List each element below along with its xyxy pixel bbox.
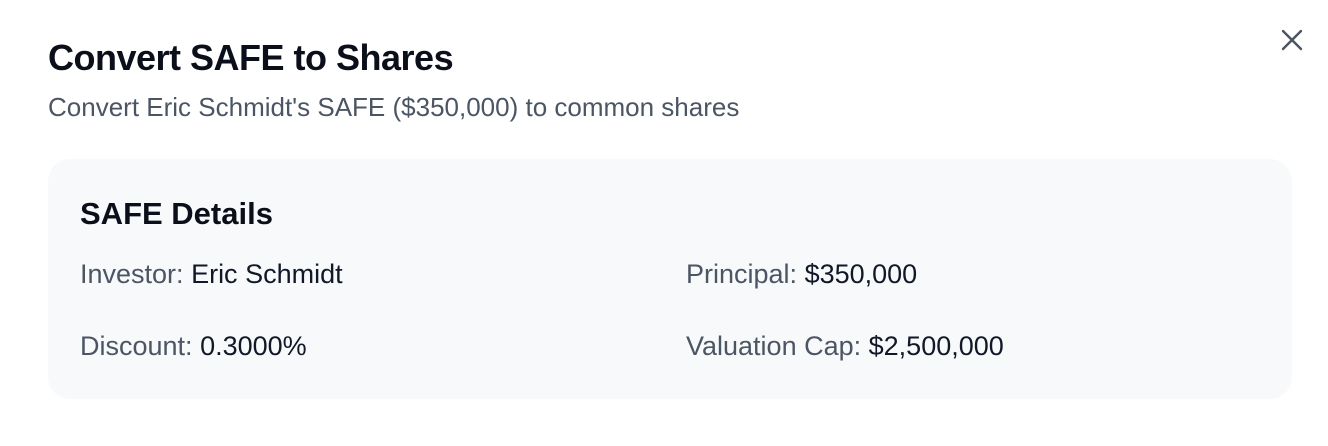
safe-details-heading: SAFE Details [80, 196, 273, 231]
discount-label: Discount: [80, 331, 193, 361]
dialog-title: Convert SAFE to Shares [48, 37, 454, 78]
principal-detail: Principal: $350,000 [686, 257, 917, 291]
close-icon [1280, 28, 1304, 52]
convert-safe-dialog: Convert SAFE to Shares Convert Eric Schm… [0, 0, 1328, 446]
discount-detail: Discount: 0.3000% [80, 329, 307, 363]
valuation-cap-value: $2,500,000 [868, 331, 1004, 361]
close-button[interactable] [1272, 20, 1312, 60]
investor-value: Eric Schmidt [191, 259, 343, 289]
discount-value: 0.3000% [200, 331, 307, 361]
valuation-cap-detail: Valuation Cap: $2,500,000 [686, 329, 1004, 363]
dialog-subtitle: Convert Eric Schmidt's SAFE ($350,000) t… [48, 92, 740, 122]
principal-value: $350,000 [804, 259, 918, 289]
valuation-cap-label: Valuation Cap: [686, 331, 862, 361]
principal-label: Principal: [686, 259, 798, 289]
safe-details-card: SAFE Details Investor: Eric Schmidt Prin… [48, 159, 1292, 399]
investor-label: Investor: [80, 259, 184, 289]
investor-detail: Investor: Eric Schmidt [80, 257, 343, 291]
